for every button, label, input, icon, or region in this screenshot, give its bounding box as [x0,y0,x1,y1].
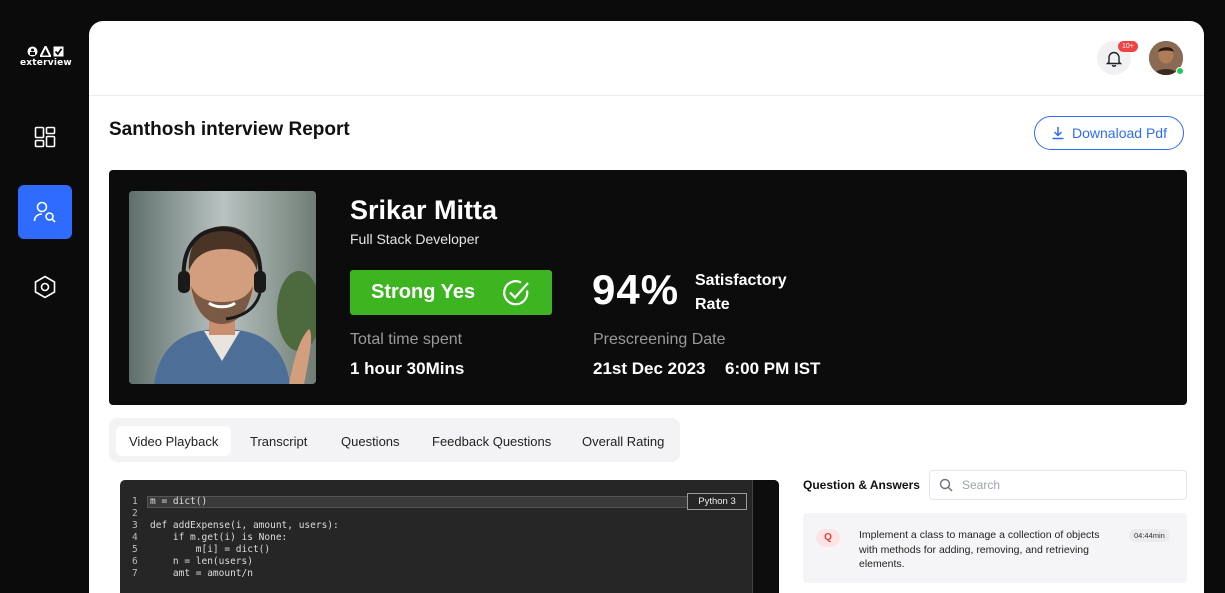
download-pdf-button[interactable]: Downaload Pdf [1034,116,1184,150]
tab-video-playback[interactable]: Video Playback [116,426,232,456]
qa-title: Question & Answers [803,478,920,492]
tab-overall-rating[interactable]: Overall Rating [569,426,677,456]
satisfaction-label-line1: Satisfactory [695,272,787,289]
user-search-icon [33,201,56,223]
satisfaction-percent: 94% [592,266,680,313]
nav-candidate-search[interactable] [18,185,72,239]
qa-item[interactable]: Q Implement a class to manage a collecti… [803,513,1187,583]
time-spent-label: Total time spent [350,331,463,348]
satisfaction-label: Satisfactory Rate [695,269,787,317]
candidate-photo [129,191,316,384]
verdict-label: Strong Yes [371,281,476,303]
candidate-name: Srikar Mitta [350,195,498,225]
notification-count-badge: 10+ [1118,41,1138,52]
question-duration: 04:44min [1129,529,1170,542]
prescreening-date-label: Prescreening Date [593,331,726,348]
bell-icon [1106,51,1122,67]
candidate-role: Full Stack Developer [350,231,480,247]
qa-search-box[interactable] [929,470,1187,500]
check-circle-icon [503,279,529,305]
verdict-badge: Strong Yes [350,270,552,315]
nav-dashboard[interactable] [18,110,72,164]
brand-logo[interactable]: exterview [20,46,72,68]
video-playback-code-view[interactable]: 1m = dict() 2 3 def addExpense(i, amount,… [120,480,779,593]
online-status-dot [1176,67,1184,75]
download-icon [1052,127,1064,140]
brand-name: exterview [20,58,72,68]
sidebar: exterview [0,0,89,593]
language-badge[interactable]: Python 3 [687,493,747,510]
nav-settings[interactable] [18,260,72,314]
question-text: Implement a class to manage a collection… [859,529,1100,570]
active-line-highlight [147,496,745,508]
question-badge: Q [816,529,840,547]
prescreening-time-value: 6:00 PM IST [725,359,821,378]
report-tabs: Video Playback Transcript Questions Feed… [109,418,680,462]
candidate-summary-card: Srikar Mitta Full Stack Developer Strong… [109,170,1187,405]
logo-mark-icon [20,46,70,57]
tab-transcript[interactable]: Transcript [237,426,320,456]
page-title: Santhosh interview Report [109,119,350,140]
tab-questions[interactable]: Questions [328,426,413,456]
download-pdf-label: Downaload Pdf [1072,125,1167,141]
hexagon-settings-icon [34,275,56,299]
top-bar: 10+ [89,21,1204,96]
tab-feedback-questions[interactable]: Feedback Questions [419,426,564,456]
time-spent-value: 1 hour 30Mins [350,359,465,378]
main-panel: 10+ Santhosh interview Report Downaload … [89,21,1204,593]
prescreening-date-value: 21st Dec 2023 [593,359,706,378]
qa-search-input[interactable] [962,478,1172,492]
code-scrollbar[interactable] [752,480,779,593]
satisfaction-label-line2: Rate [695,296,730,313]
dashboard-icon [34,126,56,148]
search-icon [939,478,953,492]
